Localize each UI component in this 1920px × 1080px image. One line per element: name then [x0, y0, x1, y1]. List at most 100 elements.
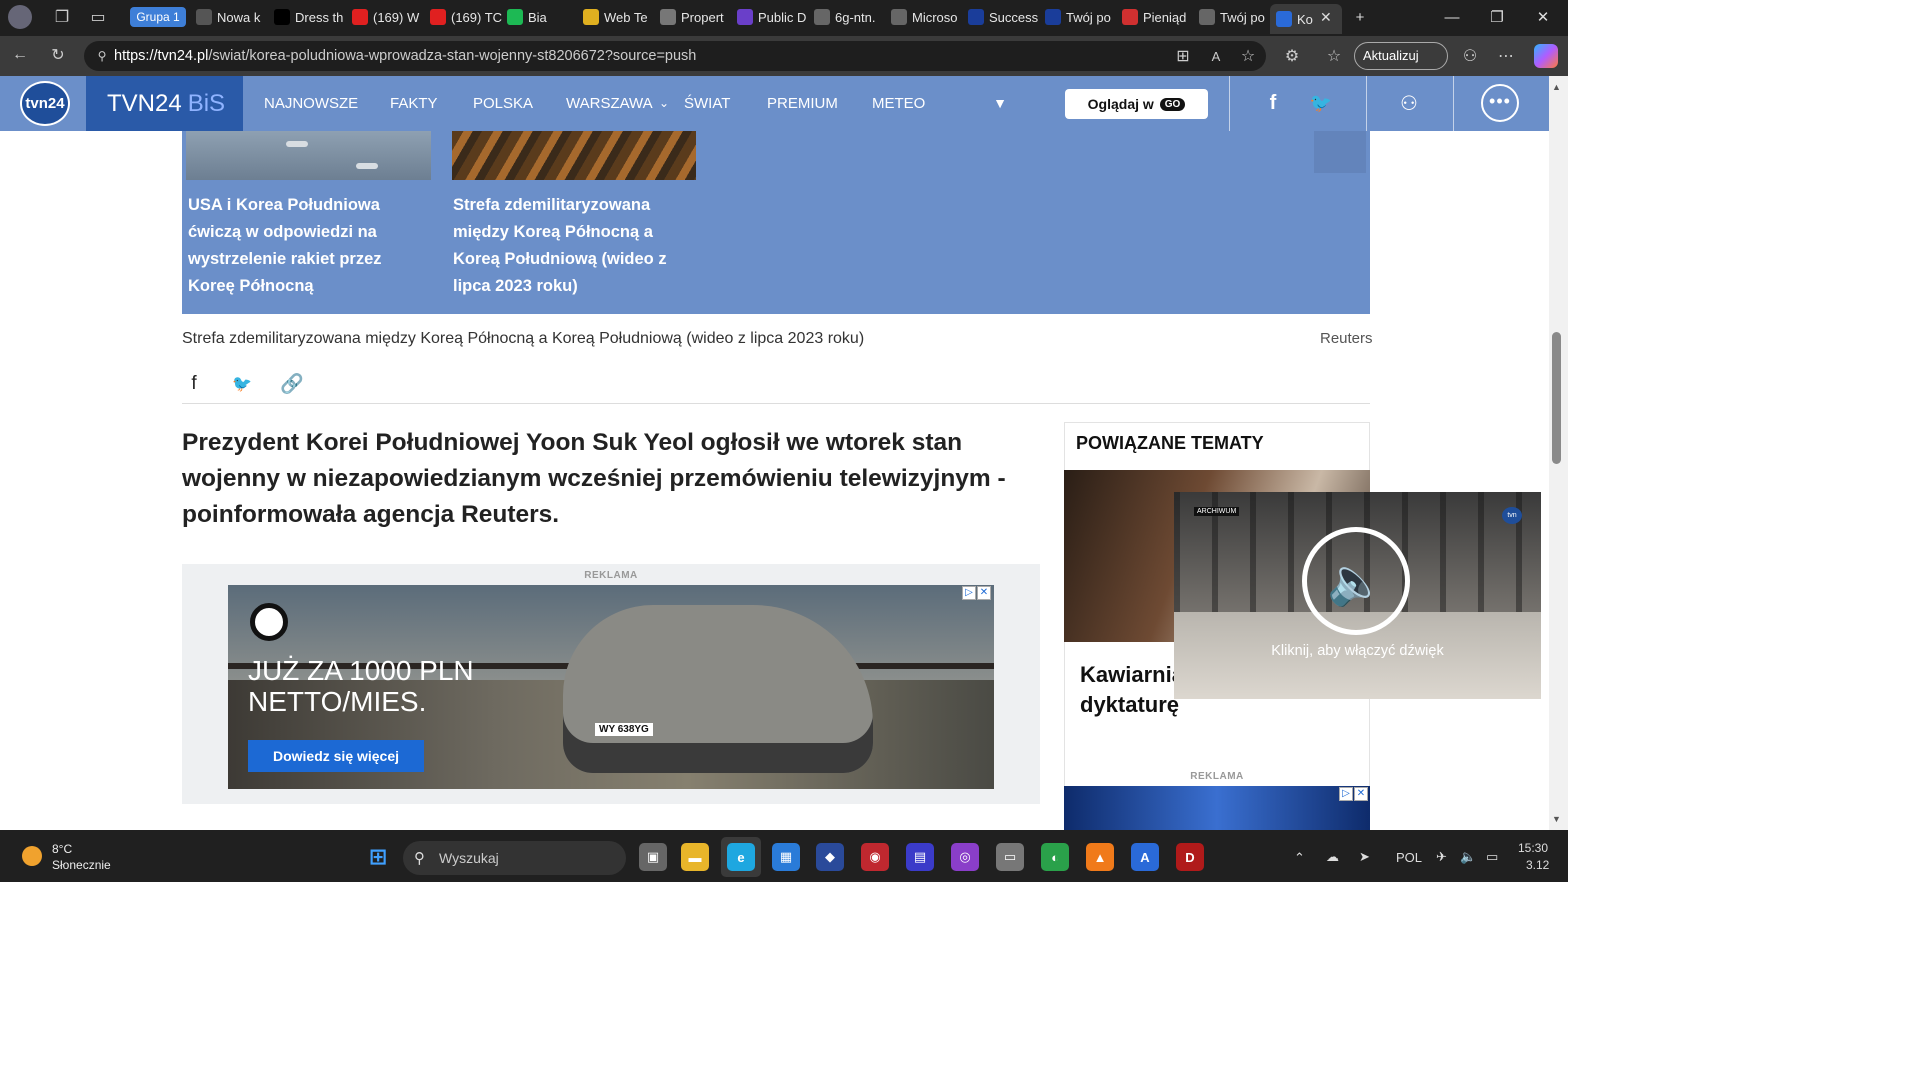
- video-thumbnail[interactable]: [452, 131, 696, 180]
- windows-start-icon[interactable]: ⊞: [364, 843, 392, 871]
- save-app-icon[interactable]: ▤: [906, 843, 934, 871]
- browser-tab[interactable]: (169) TC: [430, 4, 502, 30]
- ad-cta-button[interactable]: Dowiedz się więcej: [248, 740, 424, 772]
- task-view-icon[interactable]: ▣: [639, 843, 667, 871]
- watch-tvn-go-button[interactable]: Oglądaj w GO: [1065, 89, 1208, 119]
- favorites-icon[interactable]: ☆: [1322, 44, 1346, 68]
- site-info-icon[interactable]: ⚲: [90, 44, 114, 68]
- close-window-button[interactable]: ✕: [1531, 6, 1555, 28]
- unmute-speaker-icon[interactable]: 🔈: [1302, 527, 1410, 635]
- app-available-icon[interactable]: ⊞: [1171, 44, 1195, 68]
- storage-app-icon[interactable]: ▭: [996, 843, 1024, 871]
- browser-tab[interactable]: Twój po: [1199, 4, 1265, 30]
- onedrive-sync-icon[interactable]: ☁: [1326, 849, 1339, 865]
- sun-weather-icon[interactable]: [22, 846, 42, 866]
- copilot-icon[interactable]: [1534, 44, 1558, 68]
- profile-avatar[interactable]: [8, 5, 32, 29]
- settings-menu-icon[interactable]: ⋯: [1494, 44, 1518, 68]
- temperature[interactable]: 8°C: [52, 842, 72, 856]
- twitter-icon[interactable]: 🐦: [1306, 88, 1336, 118]
- refresh-icon[interactable]: ↻: [46, 43, 70, 67]
- new-tab-button[interactable]: +: [1348, 6, 1372, 28]
- vertical-tabs-icon[interactable]: ▭: [86, 5, 110, 29]
- scroll-up-arrow-icon[interactable]: ▲: [1552, 82, 1561, 92]
- browser-tab[interactable]: Microso: [891, 4, 961, 30]
- minimize-button[interactable]: —: [1440, 6, 1464, 28]
- podcast-app-icon[interactable]: ◎: [951, 843, 979, 871]
- clock-date[interactable]: 3.12: [1526, 858, 1549, 872]
- carousel-next-arrow-icon[interactable]: [1314, 131, 1366, 173]
- browser-tab[interactable]: 6g-ntn.: [814, 4, 884, 30]
- clock-time[interactable]: 15:30: [1518, 841, 1548, 855]
- nav-item[interactable]: ŚWIAT: [684, 76, 730, 131]
- nav-item[interactable]: POLSKA: [473, 76, 533, 131]
- battery-icon[interactable]: ▭: [1486, 849, 1498, 865]
- video-thumbnail[interactable]: [186, 131, 431, 180]
- update-button[interactable]: Aktualizuj: [1354, 42, 1448, 70]
- story-title[interactable]: Kawiarnia dyktaturę: [1080, 660, 1184, 720]
- read-aloud-icon[interactable]: A: [1204, 44, 1228, 68]
- nav-more-dropdown-icon[interactable]: ▼: [988, 91, 1012, 115]
- sidebar-ad-banner[interactable]: [1064, 786, 1370, 830]
- tab-group-chip[interactable]: Grupa 1: [130, 7, 186, 27]
- carousel-card-title[interactable]: Strefa zdemilitaryzowana między Koreą Pó…: [453, 192, 688, 300]
- extensions-icon[interactable]: ⚙: [1280, 44, 1304, 68]
- browser-tab[interactable]: Pieniąd: [1122, 4, 1192, 30]
- nav-item[interactable]: METEO: [872, 76, 925, 131]
- favorite-star-icon[interactable]: ☆: [1236, 44, 1260, 68]
- nav-item[interactable]: PREMIUM: [767, 76, 838, 131]
- facebook-icon[interactable]: f: [1258, 88, 1288, 118]
- browser-tab[interactable]: Nowa k: [196, 4, 268, 30]
- scrollbar-thumb[interactable]: [1552, 332, 1561, 464]
- browser-tab[interactable]: Web Te: [583, 4, 653, 30]
- nav-item[interactable]: NAJNOWSZE: [264, 76, 358, 131]
- share-facebook-icon[interactable]: f: [182, 373, 206, 394]
- scroll-down-arrow-icon[interactable]: ▼: [1552, 814, 1561, 824]
- close-ad-icon[interactable]: ✕: [1354, 787, 1368, 801]
- chevron-down-icon[interactable]: ⌄: [652, 91, 676, 115]
- unmute-hint[interactable]: Kliknij, aby włączyć dźwięk: [1174, 643, 1541, 659]
- workspaces-icon[interactable]: ❐: [50, 5, 74, 29]
- microsoft-store-icon[interactable]: ▦: [772, 843, 800, 871]
- adchoices-icon[interactable]: ▷: [1339, 787, 1353, 801]
- browser-tab[interactable]: Dress th: [274, 4, 346, 30]
- carousel-card-title[interactable]: USA i Korea Południowa ćwiczą w odpowied…: [188, 192, 423, 300]
- share-twitter-icon[interactable]: 🐦: [230, 374, 254, 394]
- brand-bar[interactable]: TVN24 BiS: [86, 76, 243, 131]
- collections-icon[interactable]: ⚇: [1458, 44, 1482, 68]
- tvn24-logo[interactable]: tvn24: [20, 81, 70, 126]
- browser-tab[interactable]: Propert: [660, 4, 730, 30]
- vlc-icon[interactable]: ▲: [1086, 843, 1114, 871]
- copy-link-icon[interactable]: 🔗: [280, 374, 304, 395]
- green-app-icon[interactable]: ◐: [1041, 843, 1069, 871]
- bmw-ad-banner[interactable]: WY 638YG JUŻ ZA 1000 PLN NETTO/MIES. Dow…: [228, 585, 994, 789]
- taskbar-search-box[interactable]: Wyszukaj: [403, 841, 626, 875]
- app-red-icon[interactable]: ◉: [861, 843, 889, 871]
- close-ad-icon[interactable]: ✕: [977, 586, 991, 600]
- show-hidden-icons-icon[interactable]: ⌃: [1294, 850, 1305, 866]
- nav-item[interactable]: WARSZAWA: [566, 76, 653, 131]
- location-icon[interactable]: ➤: [1359, 849, 1370, 865]
- input-language[interactable]: POL: [1396, 850, 1422, 865]
- close-tab-icon[interactable]: ✕: [1320, 9, 1332, 26]
- virtualbox-icon[interactable]: ◆: [816, 843, 844, 871]
- browser-tab[interactable]: Public D: [737, 4, 807, 30]
- back-arrow-icon[interactable]: ←: [8, 43, 32, 67]
- browser-tab[interactable]: Success: [968, 4, 1038, 30]
- file-explorer-icon[interactable]: ▬: [681, 843, 709, 871]
- nav-item[interactable]: FAKTY: [390, 76, 438, 131]
- volume-icon[interactable]: 🔈: [1460, 849, 1476, 865]
- user-account-icon[interactable]: ⚇: [1394, 88, 1424, 118]
- address-bar[interactable]: https://tvn24.pl/swiat/korea-poludniowa-…: [84, 41, 1266, 71]
- maximize-button[interactable]: ❐: [1485, 6, 1509, 28]
- weather-condition[interactable]: Słonecznie: [52, 858, 111, 872]
- browser-tab[interactable]: Twój po: [1045, 4, 1115, 30]
- adchoices-icon[interactable]: ▷: [962, 586, 976, 600]
- network-icon[interactable]: ✈: [1436, 849, 1447, 865]
- more-menu-icon[interactable]: •••: [1481, 84, 1519, 122]
- edge-browser-icon[interactable]: e: [727, 843, 755, 871]
- d-app-icon[interactable]: D: [1176, 843, 1204, 871]
- text-app-icon[interactable]: A: [1131, 843, 1159, 871]
- browser-tab[interactable]: Bia: [507, 4, 577, 30]
- browser-tab[interactable]: (169) W: [352, 4, 424, 30]
